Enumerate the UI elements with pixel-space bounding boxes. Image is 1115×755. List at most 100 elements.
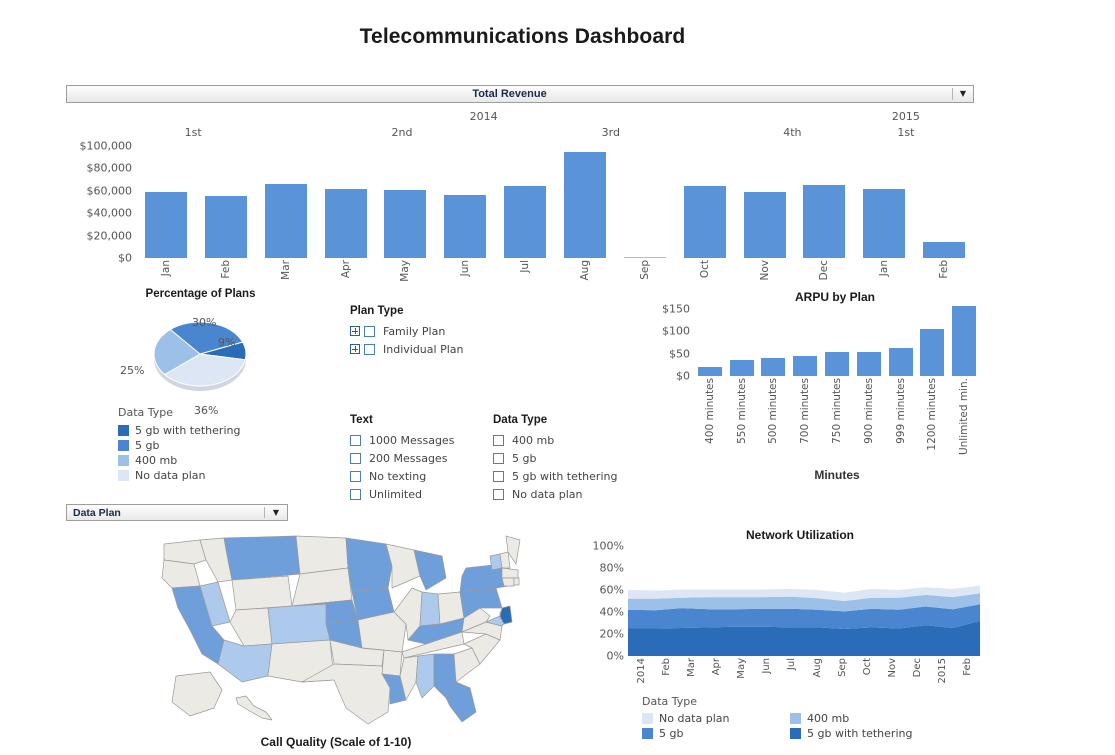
filter-label: Unlimited	[369, 487, 422, 501]
revenue-bar[interactable]	[683, 186, 726, 258]
revenue-bar[interactable]	[863, 188, 906, 258]
arpu-bar[interactable]	[952, 306, 977, 376]
chevron-down-icon[interactable]: ▼	[953, 90, 973, 98]
arpu-x-tick: 700 minutes	[799, 378, 812, 444]
filter-label: 400 mb	[512, 433, 555, 447]
arpu-bar[interactable]	[793, 355, 818, 376]
netutil-x-tick: Feb	[660, 658, 672, 676]
map-state[interactable]: South Dakota	[291, 567, 353, 607]
revenue-bar[interactable]	[504, 186, 547, 258]
map-state[interactable]: Minnesota	[345, 537, 393, 593]
arpu-bar[interactable]	[825, 352, 849, 376]
chevron-down-icon[interactable]: ▼	[265, 508, 287, 517]
revenue-bar[interactable]	[324, 188, 367, 258]
arpu-bar[interactable]	[856, 352, 881, 376]
plan-type-item[interactable]: Family Plan	[350, 322, 510, 340]
text-filter-item[interactable]: No texting	[350, 467, 490, 485]
total-revenue-parameter-dropdown[interactable]: Total Revenue ▼	[66, 85, 974, 103]
revenue-bar[interactable]	[563, 151, 606, 258]
data-type-filter-item[interactable]: 5 gb with tethering	[493, 467, 663, 485]
text-filter-item[interactable]: 200 Messages	[350, 449, 490, 467]
pie-legend-item[interactable]: 5 gb	[118, 438, 318, 453]
expand-plus-icon[interactable]	[350, 344, 360, 354]
map-state[interactable]: Connecticut	[501, 577, 515, 587]
revenue-y-tick: $100,000	[79, 139, 133, 153]
revenue-bar[interactable]	[623, 257, 666, 258]
checkbox[interactable]	[364, 343, 375, 355]
expand-plus-icon[interactable]	[350, 326, 360, 336]
revenue-bar[interactable]	[204, 196, 247, 258]
checkbox[interactable]	[493, 470, 504, 482]
legend-swatch	[790, 728, 801, 739]
revenue-bar[interactable]	[144, 191, 187, 258]
data-type-filter-item[interactable]: No data plan	[493, 485, 663, 503]
map-state[interactable]: Arizona	[217, 639, 273, 683]
checkbox[interactable]	[493, 452, 504, 464]
revenue-bar[interactable]	[444, 195, 487, 258]
filter-label: Individual Plan	[383, 342, 464, 356]
netutil-legend-item[interactable]: 400 mb	[790, 711, 938, 726]
revenue-bar[interactable]	[743, 191, 786, 258]
netutil-legend-title: Data Type	[642, 695, 698, 708]
text-filter-item[interactable]: 1000 Messages	[350, 431, 490, 449]
netutil-x-tick: Nov	[887, 658, 898, 678]
checkbox[interactable]	[493, 488, 504, 500]
revenue-bar[interactable]	[384, 189, 427, 258]
checkbox[interactable]	[493, 434, 504, 446]
us-map-svg[interactable]: WashingtonOregonCaliforniaNevadaIdahoMon…	[150, 530, 522, 730]
revenue-bar[interactable]	[923, 242, 966, 258]
arpu-bar[interactable]	[920, 328, 945, 376]
map-state[interactable]: Utah	[229, 607, 273, 647]
netutil-legend-item[interactable]: 5 gb with tethering	[790, 726, 938, 741]
map-state[interactable]: Massachusetts	[501, 567, 519, 579]
data-type-filter-item[interactable]: 400 mb	[493, 431, 663, 449]
map-state[interactable]: Michigan	[413, 549, 447, 591]
netutil-x-tick: 2014	[635, 658, 647, 684]
checkbox[interactable]	[350, 434, 361, 446]
data-type-filter-item[interactable]: 5 gb	[493, 449, 663, 467]
map-state[interactable]: Oregon	[161, 559, 201, 589]
arpu-bar[interactable]	[697, 367, 722, 376]
data-plan-dropdown[interactable]: Data Plan ▼	[66, 504, 288, 521]
map-state[interactable]: Washington	[163, 539, 207, 565]
revenue-bar[interactable]	[264, 184, 307, 258]
revenue-year-label: 2014	[469, 110, 498, 123]
filter-label: 1000 Messages	[369, 433, 455, 447]
legend-swatch	[118, 455, 129, 466]
legend-label: 5 gb with tethering	[135, 424, 241, 437]
checkbox[interactable]	[350, 470, 361, 482]
parameter-label: Total Revenue	[472, 88, 547, 100]
pie-legend-item[interactable]: 400 mb	[118, 453, 318, 468]
map-state[interactable]: Hawaii	[235, 695, 273, 721]
revenue-x-tick: Jan	[159, 260, 172, 277]
arpu-bar[interactable]	[888, 348, 913, 376]
plan-type-item[interactable]: Individual Plan	[350, 340, 510, 358]
checkbox[interactable]	[350, 452, 361, 464]
map-state[interactable]: Rhode Island	[513, 577, 520, 586]
plan-type-filter: Plan Type Family Plan Individual Plan	[350, 305, 510, 358]
netutil-title: Network Utilization	[745, 528, 854, 542]
arpu-bar[interactable]	[761, 358, 786, 376]
map-state[interactable]: Montana	[223, 535, 301, 581]
pie-legend-item[interactable]: 5 gb with tethering	[118, 423, 318, 438]
map-state[interactable]: Colorado	[267, 603, 331, 645]
netutil-legend-item[interactable]: No data plan	[642, 711, 790, 726]
map-state[interactable]: North Dakota	[295, 535, 349, 575]
map-state[interactable]: Alabama	[415, 653, 435, 699]
map-state[interactable]: Wyoming	[231, 575, 293, 611]
revenue-quarter-label: 1st	[184, 126, 202, 139]
pie-legend-item[interactable]: No data plan	[118, 468, 318, 483]
netutil-x-tick: Jun	[761, 658, 773, 674]
map-state[interactable]: New Hampshire	[499, 551, 511, 569]
checkbox[interactable]	[364, 325, 375, 337]
netutil-y-tick: 20%	[599, 627, 624, 641]
arpu-y-axis: $0 $50 $100 $150	[640, 302, 690, 383]
netutil-legend-item[interactable]: 5 gb	[642, 726, 790, 741]
checkbox[interactable]	[350, 488, 361, 500]
map-state[interactable]: Alaska	[171, 671, 223, 717]
arpu-y-tick: $50	[669, 347, 690, 360]
revenue-bar[interactable]	[803, 185, 846, 258]
map-state[interactable]: Indiana	[419, 591, 441, 627]
arpu-bar[interactable]	[729, 360, 754, 376]
text-filter-item[interactable]: Unlimited	[350, 485, 490, 503]
